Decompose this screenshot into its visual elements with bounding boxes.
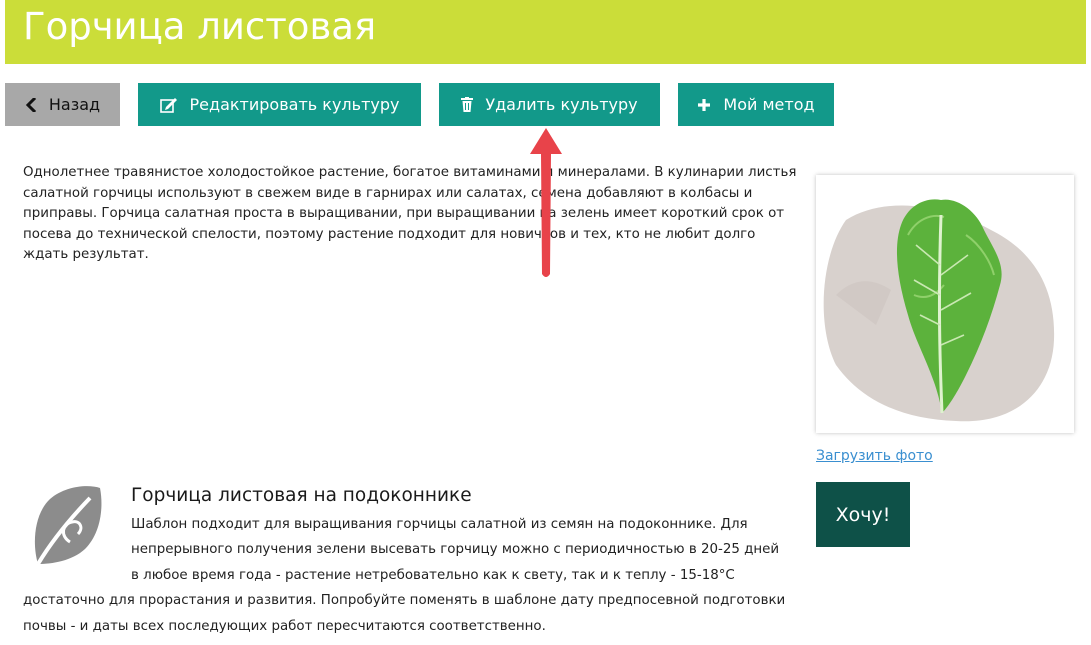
delete-culture-label: Удалить культуру [485, 95, 638, 114]
want-button[interactable]: Хочу! [816, 482, 910, 547]
annotation-arrow-icon [526, 124, 566, 280]
my-method-button[interactable]: Мой метод [678, 83, 834, 126]
template-line: почвы - и даты всех последующих работ пе… [23, 618, 546, 634]
chevron-left-icon [25, 97, 37, 112]
template-description: Шаблон подходит для выращивания горчицы … [23, 512, 823, 639]
template-line: в любое время года - растение нетребоват… [131, 567, 735, 583]
culture-photo [816, 175, 1074, 433]
template-line: непрерывного получения зелени высевать г… [131, 542, 780, 558]
edit-culture-label: Редактировать культуру [189, 95, 400, 114]
page-header: Горчица листовая [5, 0, 1086, 64]
plus-icon [697, 98, 711, 112]
template-line: Шаблон подходит для выращивания горчицы … [131, 517, 748, 532]
template-line: достаточно для прорастания и развития. П… [23, 593, 786, 609]
page-title: Горчица листовая [23, 5, 377, 48]
edit-icon [159, 97, 178, 113]
culture-description: Однолетнее травянистое холодостойкое рас… [23, 165, 797, 263]
my-method-label: Мой метод [723, 95, 815, 114]
back-button[interactable]: Назад [5, 83, 120, 126]
delete-culture-button[interactable]: Удалить культуру [439, 83, 660, 126]
template-title: Горчица листовая на подоконнике [131, 485, 472, 506]
upload-photo-link[interactable]: Загрузить фото [816, 448, 933, 464]
back-button-label: Назад [48, 95, 101, 114]
trash-icon [461, 97, 474, 112]
edit-culture-button[interactable]: Редактировать культуру [138, 83, 421, 126]
